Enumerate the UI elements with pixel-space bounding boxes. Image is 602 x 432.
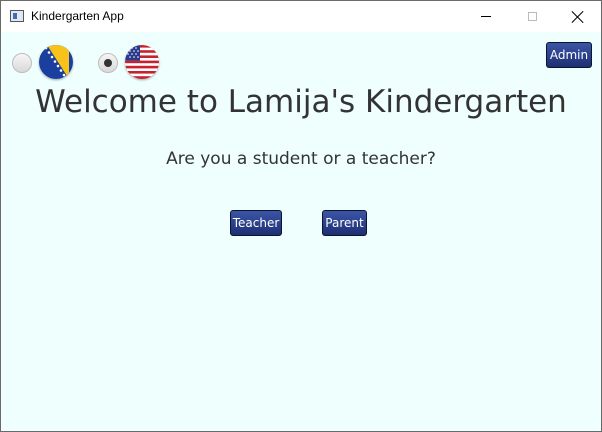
maximize-icon — [527, 12, 537, 21]
minimize-icon — [481, 16, 491, 17]
maximize-button[interactable] — [509, 1, 555, 32]
usa-flag-icon — [125, 45, 159, 79]
language-radio-english[interactable] — [98, 53, 118, 73]
app-icon — [10, 10, 24, 22]
main-content: Admin Welcome to Lamija's Kindergarten A… — [1, 32, 601, 431]
language-radio-bosnian[interactable] — [12, 53, 32, 73]
title-bar[interactable]: Kindergarten App — [1, 1, 601, 32]
close-button[interactable] — [555, 1, 601, 32]
admin-button[interactable]: Admin — [546, 42, 592, 68]
close-icon — [572, 11, 584, 23]
bosnia-flag-icon — [39, 45, 73, 79]
parent-button[interactable]: Parent — [322, 210, 367, 236]
welcome-heading: Welcome to Lamija's Kindergarten — [35, 84, 567, 120]
app-window: Kindergarten App Admin Welcome to Lamija… — [0, 0, 602, 432]
minimize-button[interactable] — [463, 1, 509, 32]
teacher-button[interactable]: Teacher — [230, 210, 282, 236]
role-question: Are you a student or a teacher? — [166, 149, 436, 169]
window-title: Kindergarten App — [31, 9, 124, 23]
